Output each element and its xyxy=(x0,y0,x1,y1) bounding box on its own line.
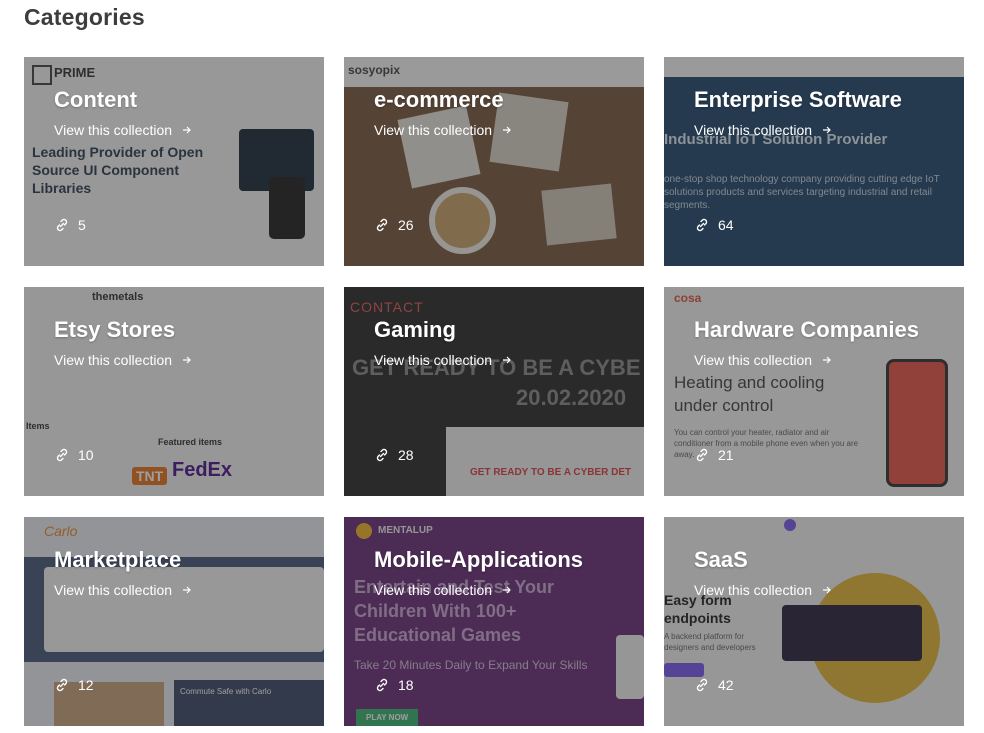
count-value: 64 xyxy=(718,217,734,233)
link-icon xyxy=(374,447,390,463)
view-collection-label: View this collection xyxy=(54,352,173,368)
card-title: Content xyxy=(54,87,138,112)
card-title: e-commerce xyxy=(374,87,504,112)
view-collection-label: View this collection xyxy=(374,122,493,138)
count-value: 28 xyxy=(398,447,414,463)
view-collection-link[interactable]: View this collection xyxy=(694,582,832,598)
count-value: 42 xyxy=(718,677,734,693)
card-title: SaaS xyxy=(694,547,748,572)
category-card-marketplace[interactable]: Carlo Commute Safe with Carlo Marketplac… xyxy=(24,517,324,726)
collection-count: 10 xyxy=(54,447,94,463)
arrow-right-icon xyxy=(822,125,832,135)
card-title: Mobile-Applications xyxy=(374,547,583,572)
count-value: 10 xyxy=(78,447,94,463)
view-collection-link[interactable]: View this collection xyxy=(374,122,512,138)
page-title: Categories xyxy=(24,4,145,30)
arrow-right-icon xyxy=(502,585,512,595)
card-title: Hardware Companies xyxy=(694,317,919,342)
collection-count: 42 xyxy=(694,677,734,693)
count-value: 18 xyxy=(398,677,414,693)
view-collection-label: View this collection xyxy=(694,352,813,368)
view-collection-link[interactable]: View this collection xyxy=(374,582,512,598)
category-grid: PRIME Leading Provider of Open Source UI… xyxy=(24,57,964,726)
category-card-content[interactable]: PRIME Leading Provider of Open Source UI… xyxy=(24,57,324,266)
card-title: Marketplace xyxy=(54,547,182,572)
link-icon xyxy=(374,217,390,233)
category-card-gaming[interactable]: CONTACT GET READY TO BE A CYBE 20.02.202… xyxy=(344,287,644,496)
collection-count: 18 xyxy=(374,677,414,693)
collection-count: 64 xyxy=(694,217,734,233)
view-collection-label: View this collection xyxy=(694,582,813,598)
category-card-e-commerce[interactable]: sosyopix e-commerce View this collection… xyxy=(344,57,644,266)
arrow-right-icon xyxy=(822,355,832,365)
category-card-mobile-applications[interactable]: MENTALUP Entertain and Test Your Childre… xyxy=(344,517,644,726)
category-card-saas[interactable]: Easy form endpoints A backend platform f… xyxy=(664,517,964,726)
arrow-right-icon xyxy=(822,585,832,595)
arrow-right-icon xyxy=(502,355,512,365)
link-icon xyxy=(694,447,710,463)
collection-count: 21 xyxy=(694,447,734,463)
arrow-right-icon xyxy=(182,585,192,595)
card-title: Enterprise Software xyxy=(694,87,902,112)
card-title: Gaming xyxy=(374,317,456,342)
collection-count: 12 xyxy=(54,677,94,693)
view-collection-link[interactable]: View this collection xyxy=(694,352,832,368)
view-collection-label: View this collection xyxy=(374,582,493,598)
card-title: Etsy Stores xyxy=(54,317,176,342)
link-icon xyxy=(694,677,710,693)
view-collection-link[interactable]: View this collection xyxy=(54,352,192,368)
count-value: 21 xyxy=(718,447,734,463)
collection-count: 26 xyxy=(374,217,414,233)
category-card-hardware-companies[interactable]: cosa Heating and cooling under control Y… xyxy=(664,287,964,496)
link-icon xyxy=(54,447,70,463)
view-collection-link[interactable]: View this collection xyxy=(374,352,512,368)
view-collection-link[interactable]: View this collection xyxy=(54,122,192,138)
category-card-enterprise-software[interactable]: Industrial IoT Solution Provider one-sto… xyxy=(664,57,964,266)
category-card-etsy-stores[interactable]: themetals Items Featured items TNT FedEx… xyxy=(24,287,324,496)
count-value: 12 xyxy=(78,677,94,693)
view-collection-label: View this collection xyxy=(54,582,173,598)
count-value: 5 xyxy=(78,217,86,233)
link-icon xyxy=(694,217,710,233)
view-collection-label: View this collection xyxy=(374,352,493,368)
link-icon xyxy=(374,677,390,693)
arrow-right-icon xyxy=(182,125,192,135)
link-icon xyxy=(54,217,70,233)
link-icon xyxy=(54,677,70,693)
view-collection-label: View this collection xyxy=(694,122,813,138)
count-value: 26 xyxy=(398,217,414,233)
view-collection-link[interactable]: View this collection xyxy=(694,122,832,138)
view-collection-link[interactable]: View this collection xyxy=(54,582,192,598)
collection-count: 5 xyxy=(54,217,86,233)
collection-count: 28 xyxy=(374,447,414,463)
view-collection-label: View this collection xyxy=(54,122,173,138)
arrow-right-icon xyxy=(502,125,512,135)
arrow-right-icon xyxy=(182,355,192,365)
